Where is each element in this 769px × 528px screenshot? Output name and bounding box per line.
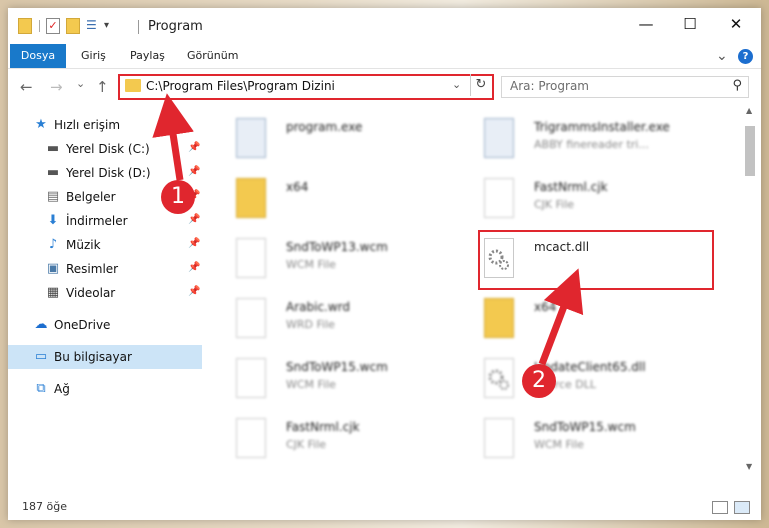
annotation-arrows <box>152 93 584 366</box>
arrow-2 <box>538 268 584 366</box>
explorer-window: ✓ ☰ ▾ Program — ☐ ✕ Dosya Giriş Paylaş G… <box>8 8 761 520</box>
arrow-1 <box>152 93 194 181</box>
